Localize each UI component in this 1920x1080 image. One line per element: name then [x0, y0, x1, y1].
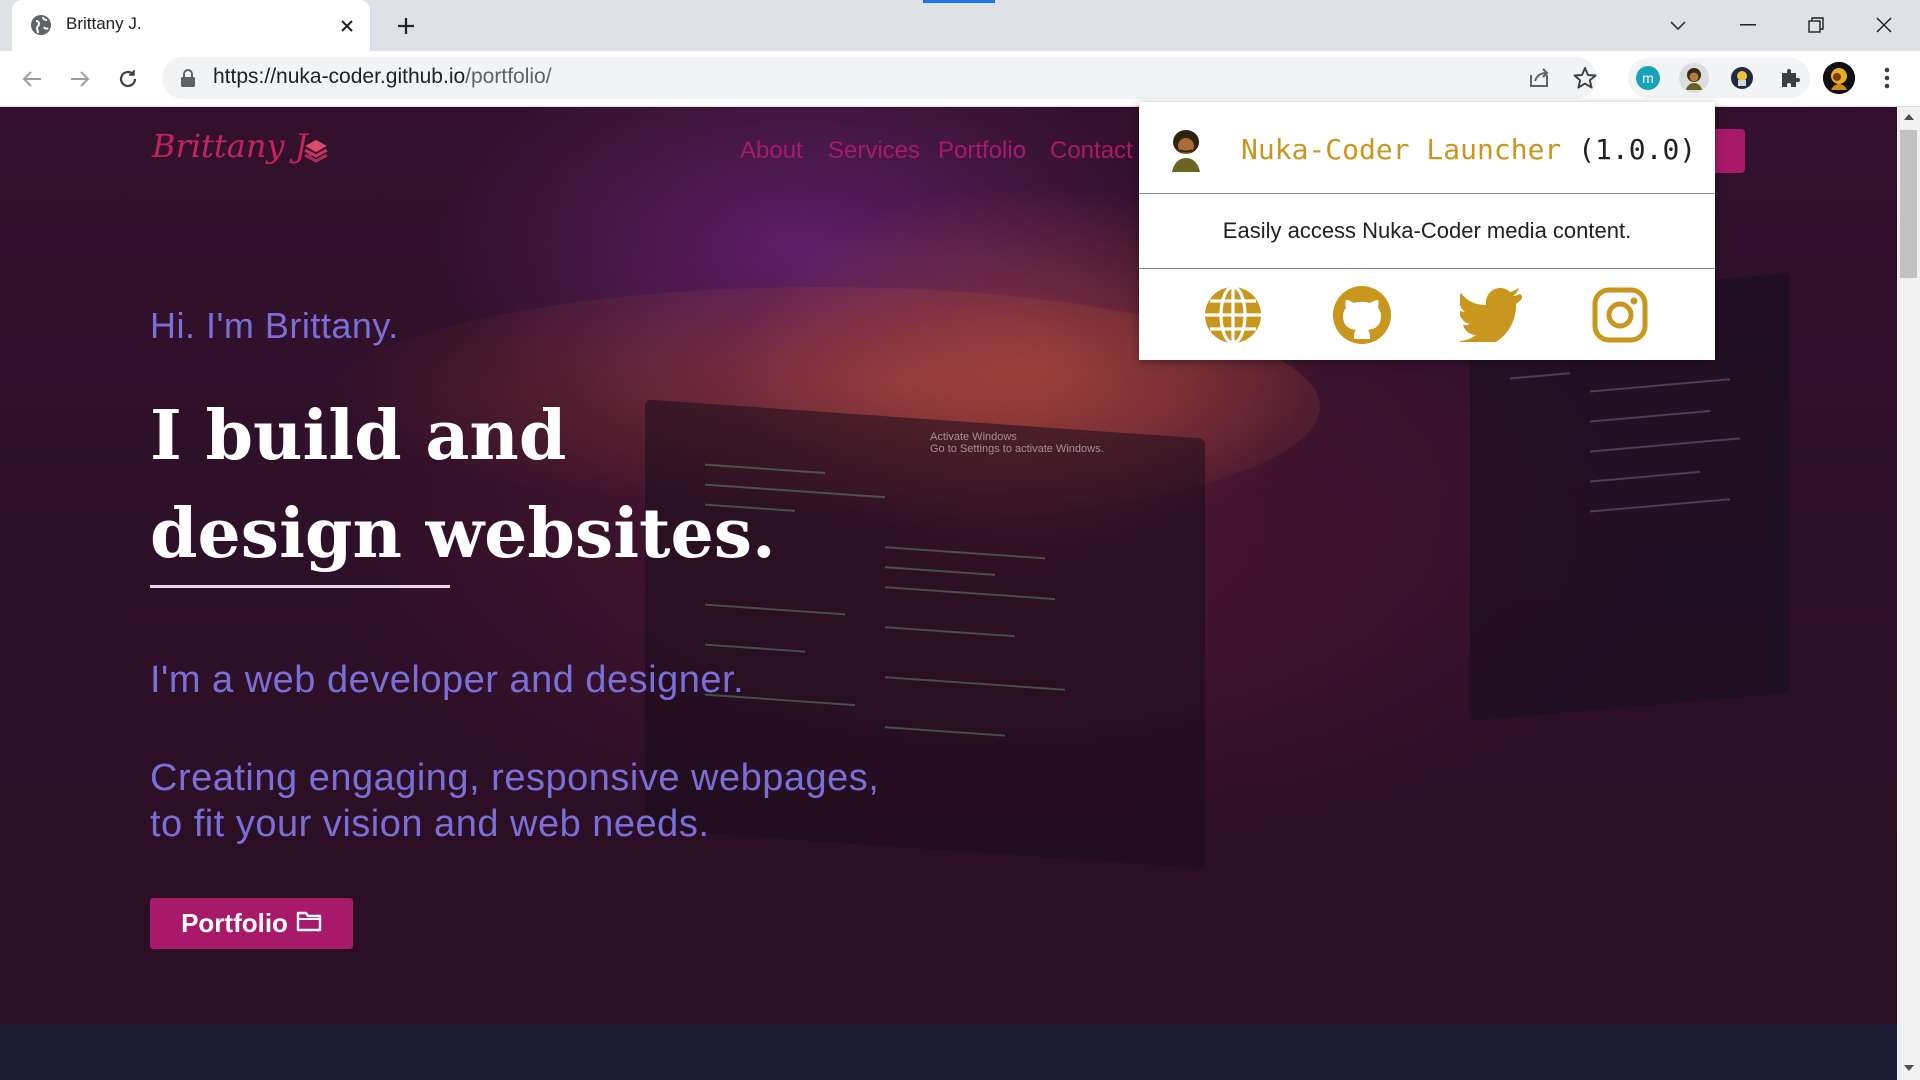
nuka-coder-launcher-icon[interactable]: [1679, 63, 1709, 93]
popup-description: Easily access Nuka-Coder media content.: [1222, 218, 1632, 243]
puzzle-piece-icon[interactable]: [1775, 63, 1805, 93]
hero-headline: I build and design websites.: [150, 387, 776, 583]
layers-icon: [302, 137, 330, 165]
github-icon[interactable]: [1331, 284, 1393, 346]
forward-arrow-icon[interactable]: [62, 61, 98, 97]
scrollbar-thumb[interactable]: [1900, 130, 1917, 278]
share-icon[interactable]: [1524, 63, 1554, 93]
headline-line2: design websites.: [150, 494, 776, 574]
reload-icon[interactable]: [110, 61, 146, 97]
folder-icon: [296, 908, 322, 939]
tab-loading-indicator: [923, 0, 995, 3]
globe-icon: [30, 14, 52, 36]
portfolio-button[interactable]: Portfolio: [150, 898, 353, 949]
hero-tagline: I'm a web developer and designer.: [150, 659, 745, 701]
hero-greeting: Hi. I'm Brittany.: [150, 305, 399, 346]
tab-title: Brittany J.: [66, 14, 142, 33]
portfolio-button-label: Portfolio: [181, 908, 288, 938]
globe-icon[interactable]: [1202, 284, 1264, 346]
subtext-line2: to fit your vision and web needs.: [150, 803, 710, 845]
astronaut-extension-icon[interactable]: [1727, 63, 1757, 93]
new-tab-icon[interactable]: [390, 10, 422, 42]
scroll-up-arrow-icon[interactable]: [1897, 107, 1920, 127]
twitter-icon[interactable]: [1460, 284, 1522, 346]
m-extension-icon[interactable]: m: [1633, 63, 1663, 93]
back-arrow-icon[interactable]: [14, 61, 50, 97]
nav-portfolio[interactable]: Portfolio: [938, 137, 1026, 165]
subtext-line1: Creating engaging, responsive webpages,: [150, 757, 880, 799]
headline-line1: I build and: [150, 396, 567, 476]
lock-icon[interactable]: [180, 69, 196, 87]
watermark-line1: Activate Windows: [930, 431, 1017, 443]
scroll-down-arrow-icon[interactable]: [1897, 1058, 1920, 1078]
popup-version: (1.0.0): [1578, 133, 1697, 166]
popup-title-text: Nuka-Coder Launcher: [1241, 133, 1562, 166]
url-text[interactable]: https://nuka-coder.github.io/portfolio/: [213, 65, 552, 89]
kebab-menu-icon[interactable]: [1875, 62, 1899, 94]
watermark-line2: Go to Settings to activate Windows.: [930, 443, 1104, 455]
close-tab-icon[interactable]: [333, 12, 361, 40]
windows-watermark: Activate Windows Go to Settings to activ…: [930, 431, 1104, 455]
nav-services[interactable]: Services: [828, 137, 920, 165]
url-path: /portfolio/: [465, 65, 552, 88]
site-logo[interactable]: Brittany J.: [152, 127, 315, 165]
nuka-coder-avatar: [1168, 128, 1204, 172]
url-host: https://nuka-coder.github.io: [213, 65, 466, 88]
popup-divider-top: [1139, 193, 1715, 194]
window-close-icon[interactable]: [1866, 10, 1902, 40]
headline-divider: [150, 585, 450, 588]
svg-text:m: m: [1642, 70, 1654, 86]
popup-title: Nuka-Coder Launcher (1.0.0): [1241, 133, 1696, 166]
restore-icon[interactable]: [1798, 10, 1834, 40]
bookmark-star-icon[interactable]: [1570, 63, 1600, 93]
nav-about[interactable]: About: [740, 137, 803, 165]
nav-contact[interactable]: Contact: [1050, 137, 1133, 165]
chevron-down-icon[interactable]: [1663, 12, 1693, 40]
hero-subtext: Creating engaging, responsive webpages, …: [150, 755, 879, 847]
minimize-icon[interactable]: [1730, 10, 1766, 40]
popup-divider-bottom: [1139, 268, 1715, 269]
next-section: [0, 1024, 1897, 1080]
instagram-icon[interactable]: [1589, 284, 1651, 346]
profile-avatar[interactable]: [1823, 62, 1855, 94]
